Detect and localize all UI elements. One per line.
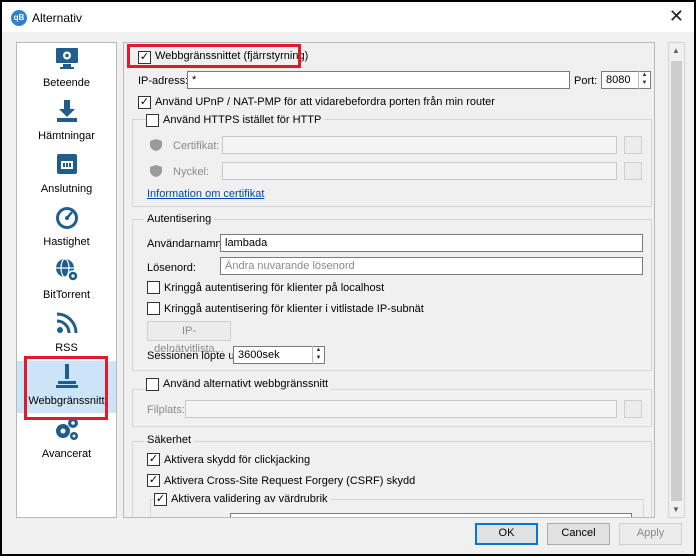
key-label: Nyckel: — [173, 166, 210, 178]
bypass-localhost-label: Kringgå autentisering för klienter på lo… — [164, 282, 385, 294]
app-icon: qB — [11, 10, 27, 26]
sidebar-item-beteende[interactable]: Beteende — [17, 43, 116, 95]
ok-button[interactable]: OK — [475, 523, 538, 545]
certificate-info-link[interactable]: Information om certifikat — [147, 188, 264, 200]
port-spinner[interactable]: ▲ ▼ — [638, 71, 650, 89]
speedometer-icon — [56, 207, 78, 229]
https-checkbox[interactable] — [146, 114, 159, 127]
options-window: qB Alternativ ✕ Beteende Hämtningar Ansl… — [0, 0, 696, 556]
session-timeout-spinner[interactable]: ▲ ▼ — [312, 346, 324, 364]
globe-gear-icon — [56, 258, 79, 282]
file-location-browse-button[interactable] — [624, 400, 642, 418]
password-input[interactable]: Ändra nuvarande lösenord — [220, 257, 643, 275]
sidebar-item-label: Hämtningar — [38, 130, 95, 142]
certificate-label: Certifikat: — [173, 140, 220, 152]
selection-highlight-box — [24, 356, 108, 420]
webui-enable-highlight-box — [127, 44, 301, 68]
ip-subnet-whitelist-button[interactable]: IP-delnätvitlista... — [147, 321, 231, 355]
sidebar-item-label: Avancerat — [41, 448, 92, 460]
scroll-down-arrow-icon[interactable]: ▼ — [672, 505, 680, 514]
download-icon — [57, 100, 77, 122]
clickjacking-label: Aktivera skydd för clickjacking — [164, 454, 311, 466]
security-title: Säkerhet — [144, 434, 195, 446]
certificate-browse-button[interactable] — [624, 136, 642, 154]
apply-button[interactable]: Apply — [619, 523, 682, 545]
host-header-checkbox[interactable] — [154, 493, 167, 506]
alt-webui-label: Använd alternativt webbgränssnitt — [160, 378, 332, 390]
sidebar-item-label: Anslutning — [40, 183, 93, 195]
window-title: Alternativ — [32, 11, 83, 25]
sidebar-item-bittorrent[interactable]: BitTorrent — [17, 255, 116, 307]
password-label: Lösenord: — [147, 262, 196, 274]
host-header-input[interactable] — [230, 513, 632, 517]
network-icon — [57, 154, 77, 174]
username-label: Användarnamn: — [147, 238, 225, 250]
shield-icon — [150, 165, 162, 177]
settings-panel: Webbgränssnittet (fjärrstyrning) IP-adre… — [123, 42, 655, 518]
options-sidebar: Beteende Hämtningar Anslutning Hastighet… — [16, 42, 117, 518]
file-location-label: Filplats: — [147, 404, 185, 416]
monitor-gear-icon — [56, 48, 78, 69]
clickjacking-checkbox[interactable] — [147, 453, 160, 466]
authentication-title: Autentisering — [144, 213, 215, 225]
csrf-label: Aktivera Cross-Site Request Forgery (CSR… — [164, 475, 416, 487]
sidebar-item-label: Beteende — [42, 77, 91, 89]
bypass-whitelist-checkbox[interactable] — [147, 302, 160, 315]
alt-webui-checkbox[interactable] — [146, 378, 159, 391]
port-label: Port: — [574, 75, 598, 87]
session-timeout-label: Sessionen löpte ut: — [147, 350, 241, 362]
host-header-label: Aktivera validering av värdrubrik — [168, 493, 331, 505]
csrf-checkbox[interactable] — [147, 474, 160, 487]
upnp-label: Använd UPnP / NAT-PMP för att vidarebefo… — [155, 96, 495, 108]
settings-scrollbar[interactable]: ▲ ▼ — [668, 42, 685, 518]
sidebar-item-hastighet[interactable]: Hastighet — [17, 202, 116, 254]
cancel-button[interactable]: Cancel — [547, 523, 610, 545]
shield-icon — [150, 139, 162, 151]
key-browse-button[interactable] — [624, 162, 642, 180]
sidebar-item-anslutning[interactable]: Anslutning — [17, 149, 116, 201]
sidebar-item-hamtningar[interactable]: Hämtningar — [17, 96, 116, 148]
rss-icon — [56, 312, 78, 334]
sidebar-item-label: Hastighet — [43, 236, 90, 248]
username-input[interactable]: lambada — [220, 234, 643, 252]
upnp-checkbox[interactable] — [138, 96, 151, 109]
bypass-localhost-checkbox[interactable] — [147, 281, 160, 294]
file-location-input[interactable] — [185, 400, 617, 418]
port-value: 8080 — [606, 74, 631, 86]
close-icon[interactable]: ✕ — [669, 6, 684, 27]
scroll-up-arrow-icon[interactable]: ▲ — [672, 46, 680, 55]
scrollbar-thumb[interactable] — [671, 61, 682, 501]
title-bar: qB Alternativ ✕ — [2, 2, 694, 32]
ip-address-input[interactable]: * — [187, 71, 570, 89]
sidebar-item-avancerat[interactable]: Avancerat — [17, 414, 116, 466]
https-label: Använd HTTPS istället för HTTP — [160, 114, 325, 126]
ip-address-label: IP-adress: — [138, 75, 189, 87]
key-input[interactable] — [222, 162, 617, 180]
sidebar-item-label: RSS — [55, 342, 78, 354]
bypass-whitelist-label: Kringgå autentisering för klienter i vit… — [164, 303, 424, 315]
sidebar-item-label: BitTorrent — [42, 289, 91, 301]
certificate-input[interactable] — [222, 136, 617, 154]
session-timeout-value: 3600sek — [238, 349, 280, 361]
sidebar-item-rss[interactable]: RSS — [17, 308, 116, 360]
